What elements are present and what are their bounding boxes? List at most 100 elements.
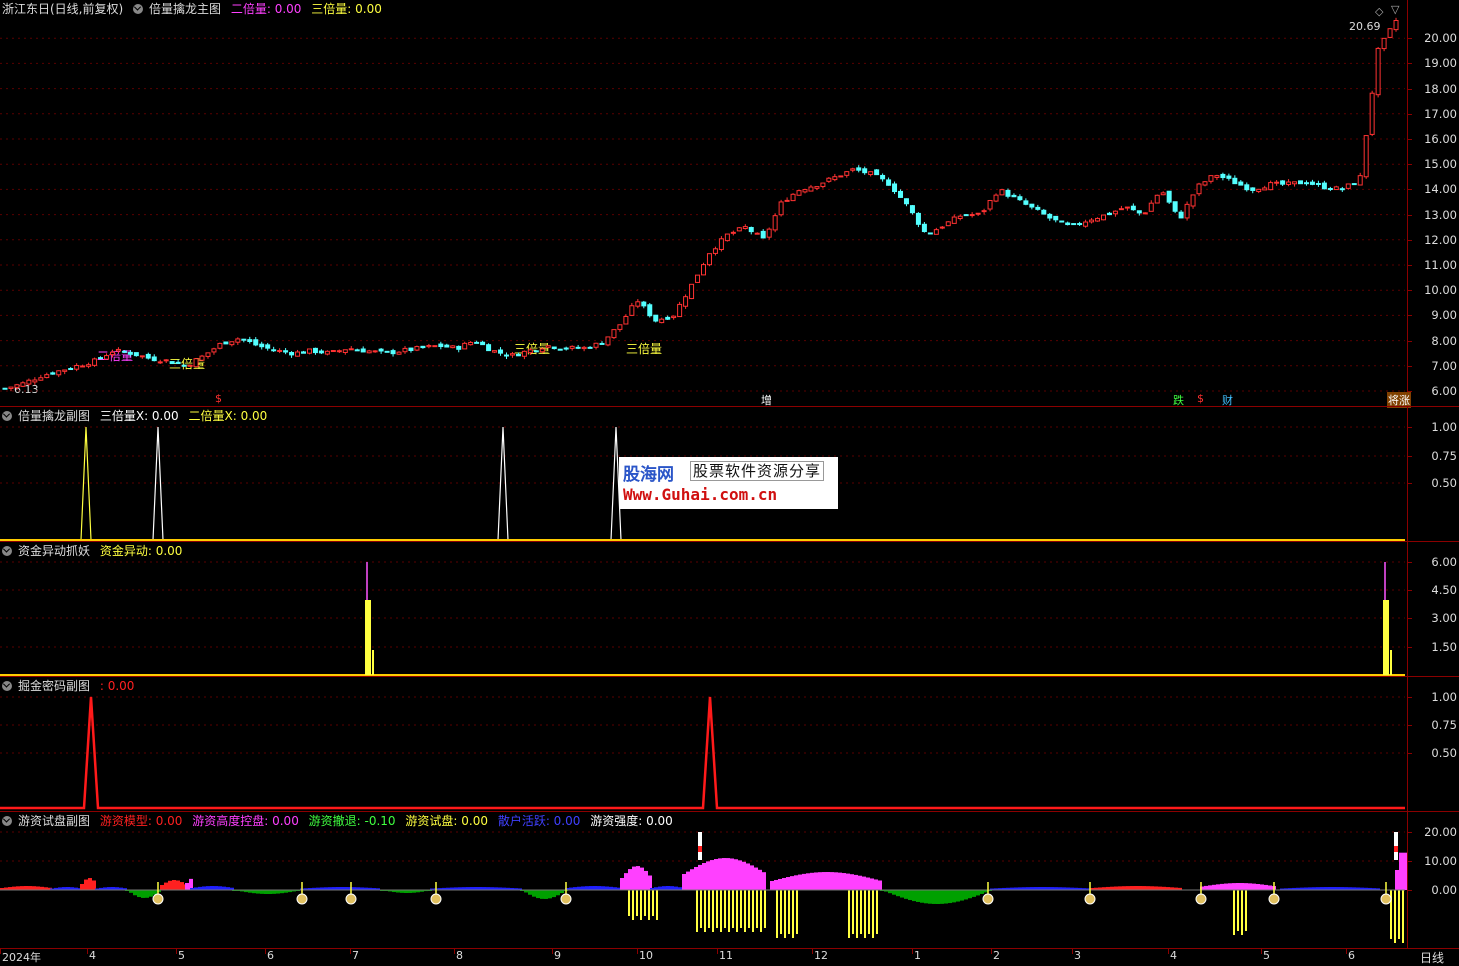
candle-body-78 [468,341,474,346]
sub4-bar-16-686 [686,871,690,890]
candle-body-90 [539,348,545,353]
sub4-bar-5-176 [176,880,180,890]
sub4-bar-17-838 [838,872,842,890]
sub4-bar-4-145 [145,890,149,898]
candle-body-143 [856,167,862,171]
candle-body-39 [235,338,241,343]
candle-body-115 [689,283,695,300]
sub4-trial-bar-4-1237 [1237,890,1239,931]
candle-body-216 [1292,181,1298,185]
candle-body-191 [1142,212,1148,215]
sub4-trial-bar-3-876 [876,890,878,934]
candle-body-25 [151,356,157,362]
sub4-bar-12-532 [532,890,536,897]
candle-body-88 [527,349,533,354]
candle-body-176 [1053,215,1059,221]
sub4-bar-4-141 [141,890,145,898]
sub4-trial-bar-0-644 [644,890,646,916]
sub4-bar-17-798 [798,874,802,890]
sub3-y-tick-0: 1.00 [1431,690,1457,704]
sub4-bar-21-1248 [1248,883,1252,890]
candle-body-167 [999,189,1005,196]
sub4-trial-bar-1-704 [704,890,706,932]
candle-body-17 [103,355,109,360]
sub4-bar-18-896 [896,890,900,897]
sub4-bar-16-738 [738,860,742,890]
sub4-trial-bar-3-852 [852,890,854,934]
time-tick-4 [350,948,351,954]
candle-body-138 [826,177,832,182]
sub4-bar-20-1126 [1126,886,1130,890]
time-label-10: 1 [914,949,921,962]
time-tick-3 [265,948,266,954]
sub2-y-tick-0: 6.00 [1431,555,1457,569]
sub4-trial-bar-4-1241 [1241,890,1243,935]
candle-body-203 [1214,175,1220,178]
sub4-bar-14-636 [636,866,640,890]
candle-body-114 [683,296,689,307]
candle-body-21 [127,351,133,355]
sub4-bar-14-624 [624,873,628,890]
sub4-bar-15-666 [666,886,670,890]
candle-body-194 [1160,192,1166,196]
candle-body-209 [1250,187,1256,191]
candle-body-75 [450,345,456,349]
time-label-6: 9 [554,949,561,962]
sub4-bar-17-826 [826,872,830,890]
sub4-bar-12-536 [536,890,540,899]
time-tick-15 [1346,948,1347,954]
sub4-bar-13-589 [589,886,593,890]
sub4-trial-bar-1-700 [700,890,702,928]
candle-body-94 [563,347,569,350]
candle-body-210 [1256,188,1262,193]
candle-body-57 [342,349,348,354]
sub4-bar-17-770 [770,881,774,890]
sub4-bar-21-1228 [1228,883,1232,890]
sub4-bar-15-670 [670,886,674,890]
sub4-bar-21-1252 [1252,883,1256,890]
time-tick-9 [812,948,813,954]
candle-body-222 [1327,188,1333,191]
sub4-bar-17-818 [818,872,822,890]
sub1-y-tick-1: 0.75 [1431,449,1457,463]
sub2-y-tick-2-mark [1407,618,1412,619]
sub4-y-tick-0-mark [1407,832,1412,833]
sub2-y-tick-2: 3.00 [1431,611,1457,625]
sub3-y-tick-1: 0.75 [1431,718,1457,732]
candle-body-140 [838,175,844,178]
candle-body-226 [1351,183,1357,186]
sub4-bar-17-830 [830,872,834,890]
candle-body-187 [1118,208,1124,211]
candle-body-44 [265,344,271,349]
candle-body-178 [1065,222,1071,226]
candle-body-35 [211,348,217,353]
candle-body-120 [718,238,724,251]
candle-body-119 [712,248,718,254]
sub4-bar-21-1260 [1260,884,1264,890]
candle-body-207 [1238,181,1244,186]
sub1-y-tick-0-mark [1407,427,1412,428]
sub4-bar-8-256 [256,890,260,894]
sub4-trial-bar-3-868 [868,890,870,934]
candle-body-56 [336,350,342,353]
candle-body-71 [426,345,432,348]
candle-body-1 [8,386,14,389]
candle-body-131 [784,199,790,202]
sub4-bar-15-662 [662,886,666,890]
sub4-coin-icon-6 [1084,893,1096,905]
sub4-bar-4-137 [137,890,141,898]
candle-body-11 [68,368,74,371]
sub4-trial-bar-2-788 [788,890,790,934]
candle-body-137 [820,182,826,188]
sub4-bar-16-730 [730,858,734,890]
candle-body-232 [1387,28,1393,38]
time-tick-10 [912,948,913,954]
candle-body-136 [814,186,820,189]
sub1-y-tick-1-mark [1407,456,1412,457]
sub4-bar-18-948 [948,890,952,904]
candle-body-70 [420,345,426,349]
sub4-trial-bar-5-1398 [1398,890,1400,939]
period-label[interactable]: 日线 [1420,949,1444,966]
sub4-bar-14-644 [644,870,648,890]
candle-body-59 [354,349,360,352]
